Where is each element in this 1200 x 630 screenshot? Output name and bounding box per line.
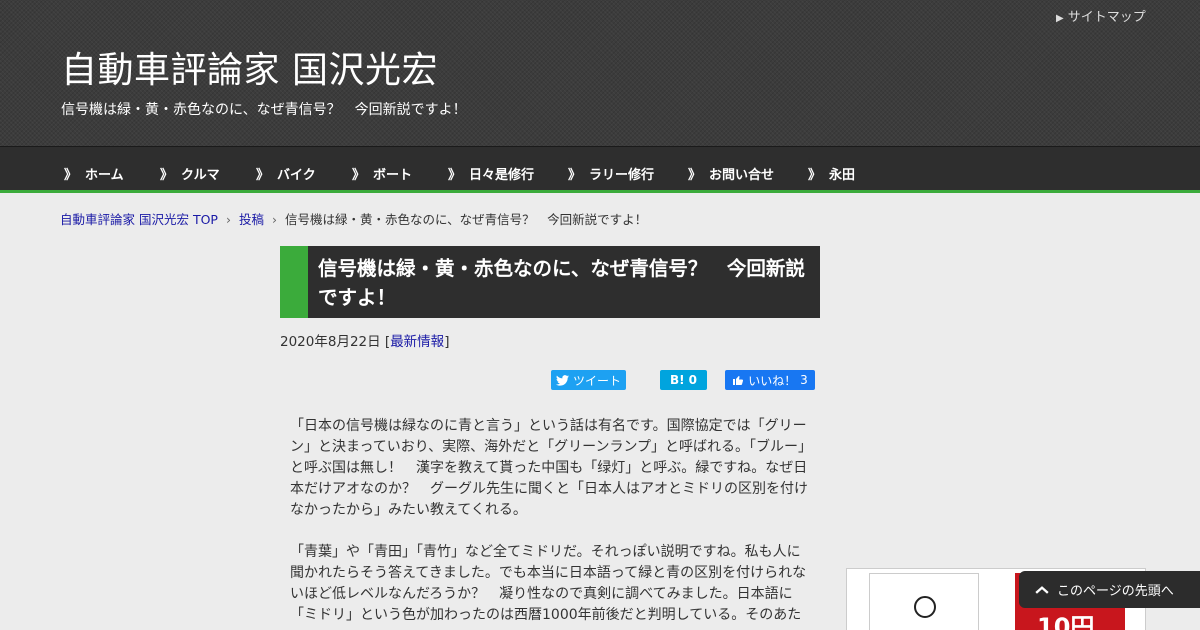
- tweet-button[interactable]: ツイート: [551, 370, 626, 390]
- chevron-right-icon: 》: [256, 168, 270, 183]
- ad-banner[interactable]: [869, 573, 979, 630]
- main-nav: 》ホーム 》クルマ 》バイク 》ボート 》日々是修行 》ラリー修行 》お問い合せ…: [0, 146, 1200, 193]
- breadcrumb-home-link[interactable]: 自動車評論家 国沢光宏 TOP: [60, 212, 218, 227]
- hatena-count: 0: [688, 373, 697, 387]
- nav-item-car[interactable]: 》クルマ: [160, 164, 220, 183]
- chevron-right-icon: 》: [160, 168, 174, 183]
- back-to-top-button[interactable]: このページの先頭へ: [1019, 571, 1200, 608]
- ad-price-label: 10円: [1037, 613, 1095, 630]
- nav-item-daily[interactable]: 》日々是修行: [448, 164, 534, 183]
- like-count: 3: [800, 373, 808, 387]
- triangle-right-icon: ▶: [1056, 13, 1064, 24]
- nav-item-label: ホーム: [85, 168, 124, 183]
- post-paragraph: 「日本の信号機は緑なのに青と言う」という話は有名です。国際協定では「グリーン」と…: [290, 418, 808, 518]
- breadcrumb-category-link[interactable]: 投稿: [239, 212, 264, 227]
- nav-item-boat[interactable]: 》ボート: [352, 164, 412, 183]
- post-category-link[interactable]: 最新情報: [390, 334, 444, 350]
- sitemap-label: サイトマップ: [1067, 10, 1146, 25]
- hatena-bookmark-button[interactable]: B! 0: [660, 370, 707, 390]
- post-title-box: 信号機は緑・黄・赤色なのに、なぜ青信号？ 今回新説ですよ！: [280, 246, 820, 318]
- nav-item-nagata[interactable]: 》永田: [808, 164, 855, 183]
- chevron-right-icon: 》: [568, 168, 582, 183]
- title-accent-bar: [280, 246, 308, 318]
- site-title[interactable]: 自動車評論家 国沢光宏: [61, 41, 438, 93]
- nav-item-contact[interactable]: 》お問い合せ: [688, 164, 774, 183]
- post-date: 2020年8月22日: [280, 334, 381, 350]
- facebook-like-button[interactable]: いいね！ 3: [725, 370, 815, 390]
- nav-item-rally[interactable]: 》ラリー修行: [568, 164, 654, 183]
- post-meta: 2020年8月22日 [最新情報]: [280, 334, 450, 350]
- chevron-right-icon: 》: [688, 168, 702, 183]
- tweet-label: ツイート: [572, 373, 621, 388]
- ad-logo-icon: [914, 596, 936, 618]
- back-to-top-label: このページの先頭へ: [1057, 584, 1174, 599]
- hatena-bookmark-icon: B!: [670, 373, 685, 387]
- nav-item-bike[interactable]: 》バイク: [256, 164, 316, 183]
- breadcrumb-separator: ›: [271, 212, 277, 227]
- nav-item-label: 永田: [829, 168, 856, 183]
- post-paragraph: 「青葉」や「青田」「青竹」など全てミドリだ。それっぽい説明ですね。私も人に聞かれ…: [290, 544, 807, 623]
- like-label: いいね！: [748, 373, 797, 388]
- nav-item-label: 日々是修行: [469, 168, 535, 183]
- twitter-bird-icon: [555, 374, 569, 386]
- nav-item-label: ボート: [373, 168, 413, 183]
- breadcrumb: 自動車評論家 国沢光宏 TOP › 投稿 › 信号機は緑・黄・赤色なのに、なぜ青信号？ …: [60, 209, 647, 228]
- site-header: ▶ サイトマップ 自動車評論家 国沢光宏 信号機は緑・黄・赤色なのに、なぜ青信号？…: [0, 0, 1200, 146]
- site-description: 信号機は緑・黄・赤色なのに、なぜ青信号？ 今回新説ですよ！: [61, 102, 467, 118]
- thumbs-up-icon: [733, 376, 744, 385]
- nav-item-label: バイク: [277, 168, 316, 183]
- chevron-right-icon: 》: [808, 168, 822, 183]
- nav-item-label: ラリー修行: [589, 168, 655, 183]
- post-body: 「日本の信号機は緑なのに青と言う」という話は有名です。国際協定では「グリーン」と…: [290, 416, 810, 630]
- breadcrumb-separator: ›: [225, 212, 231, 227]
- nav-item-home[interactable]: 》ホーム: [64, 164, 124, 183]
- nav-item-label: お問い合せ: [709, 168, 775, 183]
- chevron-right-icon: 》: [448, 168, 462, 183]
- chevron-right-icon: 》: [64, 168, 78, 183]
- page-title: 信号機は緑・黄・赤色なのに、なぜ青信号？ 今回新説ですよ！: [318, 257, 805, 309]
- chevron-right-icon: 》: [352, 168, 366, 183]
- sitemap-link[interactable]: ▶ サイトマップ: [1056, 6, 1146, 25]
- breadcrumb-current: 信号機は緑・黄・赤色なのに、なぜ青信号？ 今回新説ですよ！: [284, 212, 648, 227]
- chevron-up-icon: [1035, 585, 1049, 594]
- nav-item-label: クルマ: [181, 168, 220, 183]
